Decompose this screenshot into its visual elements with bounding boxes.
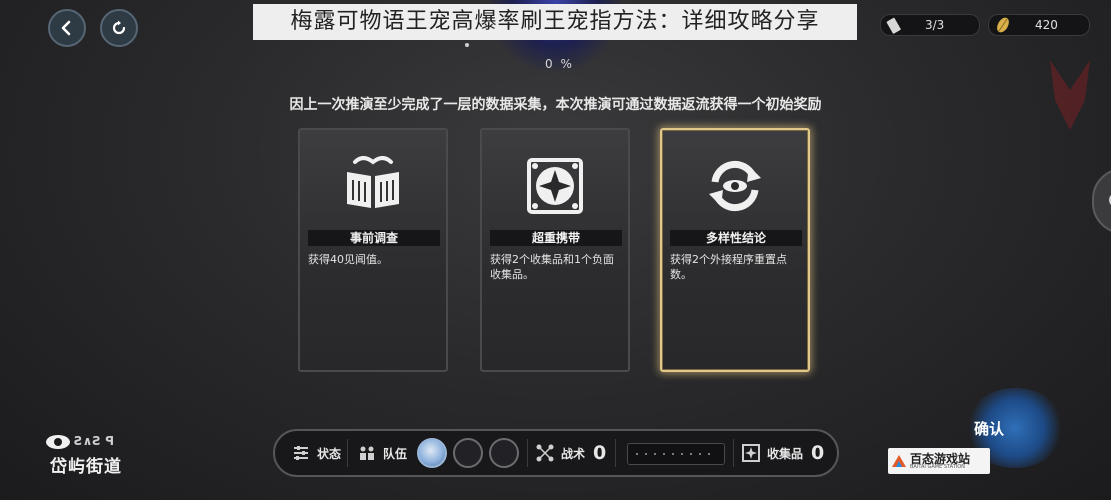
- reward-card-3[interactable]: 多样性结论 获得2个外接程序重置点数。: [660, 128, 810, 372]
- status-button[interactable]: 状态: [291, 431, 341, 475]
- collectibles-count: 0: [811, 442, 825, 464]
- divider: [615, 439, 616, 467]
- divider: [733, 439, 734, 467]
- reward-card-desc: 获得2个收集品和1个负面收集品。: [490, 253, 614, 281]
- reward-card-label: 多样性结论: [670, 230, 802, 246]
- district-name: 岱屿街道: [50, 457, 122, 477]
- divider: [527, 439, 528, 467]
- title-banner: 梅露可物语王宠高爆率刷王宠指方法：详细攻略分享: [253, 4, 857, 40]
- team-slot-empty[interactable]: [453, 438, 483, 468]
- team-icon: [360, 446, 374, 460]
- side-refresh-icon: [1109, 195, 1111, 205]
- headline: 因上一次推演至少完成了一层的数据采集，本次推演可通过数据返流获得一个初始奖励: [289, 97, 822, 113]
- ticket-value: 3/3: [925, 18, 945, 32]
- reward-card-desc: 获得2个外接程序重置点数。: [670, 253, 787, 281]
- back-arrow-icon: [61, 20, 71, 36]
- tactics-count: 0: [593, 442, 607, 464]
- divider: [347, 439, 348, 467]
- watermark-logo-icon: [892, 455, 906, 467]
- ticket-icon: [886, 17, 901, 34]
- watermark: 百态游戏站 BAITAI GAME STATION: [888, 448, 990, 474]
- tactics-slots: [627, 443, 725, 465]
- currency-counter: 420: [988, 14, 1090, 36]
- eye-logo-icon: [45, 434, 71, 450]
- team-label: 队伍: [383, 446, 408, 461]
- reward-card-label: 事前调查: [308, 230, 440, 246]
- status-label: 状态: [317, 446, 342, 461]
- tactics-button[interactable]: 战术 0: [535, 431, 606, 475]
- team-button[interactable]: 队伍: [357, 431, 407, 475]
- feather-coin-icon: [997, 17, 1009, 33]
- team-member-avatar[interactable]: [417, 438, 447, 468]
- reward-card-2[interactable]: 超重携带 获得2个收集品和1个负面收集品。: [480, 128, 630, 372]
- side-menu-button[interactable]: [1092, 168, 1111, 234]
- ticket-counter: 3/3: [880, 14, 980, 36]
- watermark-subtext: BAITAI GAME STATION: [910, 463, 965, 470]
- watermark-text: 百态游戏站: [910, 451, 971, 466]
- currency-value: 420: [1035, 18, 1058, 32]
- bottom-status-bar: 状态 队伍 战术 0 收集品 0: [273, 429, 839, 477]
- refresh-icon: [112, 20, 126, 35]
- collectibles-icon: [742, 444, 760, 462]
- reward-card-label: 超重携带: [490, 230, 622, 246]
- diamond-grid-icon: [523, 156, 587, 216]
- cycle-arrows-icon: [703, 156, 767, 216]
- tactics-label: 战术: [561, 446, 586, 461]
- team-slot-empty[interactable]: [489, 438, 519, 468]
- reward-card-1[interactable]: 事前调查 获得40见闻值。: [298, 128, 448, 372]
- progress-start-dot: [465, 43, 469, 47]
- confirm-button[interactable]: 确认: [974, 418, 1004, 439]
- back-button[interactable]: [48, 9, 86, 47]
- refresh-button[interactable]: [100, 9, 138, 47]
- collectibles-label: 收集品: [767, 446, 804, 461]
- collectibles-button[interactable]: 收集品 0: [741, 431, 824, 475]
- logo-subtitle: Ƨ∧Ƨ ꟼ: [74, 434, 115, 448]
- sliders-icon: [294, 446, 308, 460]
- reward-card-desc: 获得40见闻值。: [308, 253, 388, 266]
- open-book-icon: [341, 156, 405, 216]
- progress-percent: 0 %: [545, 57, 574, 71]
- tactics-network-icon: [536, 444, 554, 462]
